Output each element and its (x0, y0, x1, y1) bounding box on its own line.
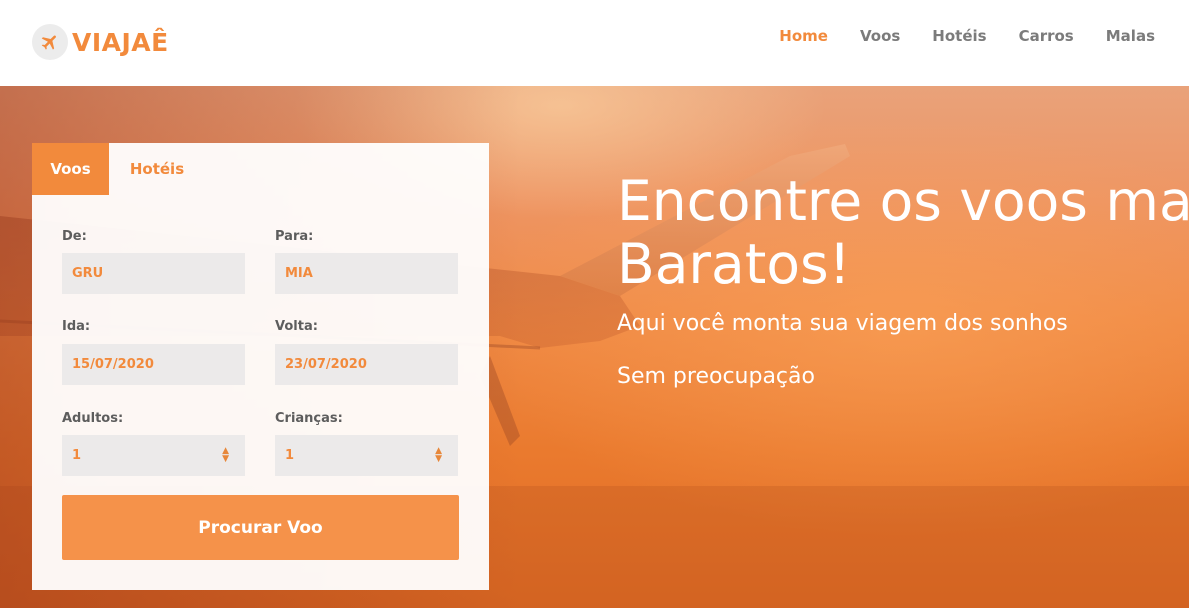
depart-date-value: 15/07/2020 (72, 357, 154, 372)
tab-voos[interactable]: Voos (32, 143, 109, 195)
from-value: GRU (72, 266, 104, 281)
search-flight-button[interactable]: Procurar Voo (62, 495, 459, 560)
hero-tagline: Sem preocupação (617, 364, 815, 389)
updown-arrows-icon: ▲ ▼ (435, 446, 442, 464)
search-tabs: Voos Hotéis (32, 143, 489, 195)
children-label: Crianças: (275, 411, 343, 426)
adults-value: 1 (72, 448, 82, 463)
to-label: Para: (275, 229, 314, 244)
return-label: Volta: (275, 319, 318, 334)
children-value: 1 (285, 448, 295, 463)
to-field[interactable]: MIA (275, 253, 458, 294)
nav-hoteis[interactable]: Hotéis (932, 27, 986, 45)
hero-headline: Encontre os voos mais Baratos! (617, 170, 1189, 296)
hero-subtitle: Aqui você monta sua viagem dos sonhos (617, 311, 1068, 336)
nav-home[interactable]: Home (779, 27, 828, 45)
brand-logo[interactable]: VIAJAÊ (32, 24, 169, 60)
nav-carros[interactable]: Carros (1019, 27, 1074, 45)
plane-icon (32, 24, 68, 60)
adults-select[interactable]: 1 ▲ ▼ (62, 435, 245, 476)
depart-date-field[interactable]: 15/07/2020 (62, 344, 245, 385)
nav-malas[interactable]: Malas (1106, 27, 1155, 45)
tab-hoteis[interactable]: Hotéis (109, 143, 205, 195)
from-label: De: (62, 229, 87, 244)
children-select[interactable]: 1 ▲ ▼ (275, 435, 458, 476)
to-value: MIA (285, 266, 313, 281)
flight-search-card: Voos Hotéis De: GRU Para: MIA Ida: 15/07… (32, 143, 489, 590)
updown-arrows-icon: ▲ ▼ (222, 446, 229, 464)
return-date-value: 23/07/2020 (285, 357, 367, 372)
brand-name: VIAJAÊ (72, 27, 169, 57)
top-navbar: VIAJAÊ Home Voos Hotéis Carros Malas (0, 0, 1189, 86)
nav-voos[interactable]: Voos (860, 27, 900, 45)
from-field[interactable]: GRU (62, 253, 245, 294)
hero-headline-line1: Encontre os voos mais (617, 169, 1189, 233)
return-date-field[interactable]: 23/07/2020 (275, 344, 458, 385)
depart-label: Ida: (62, 319, 91, 334)
main-nav: Home Voos Hotéis Carros Malas (779, 27, 1155, 45)
hero-headline-line2: Baratos! (617, 232, 851, 296)
adults-label: Adultos: (62, 411, 124, 426)
